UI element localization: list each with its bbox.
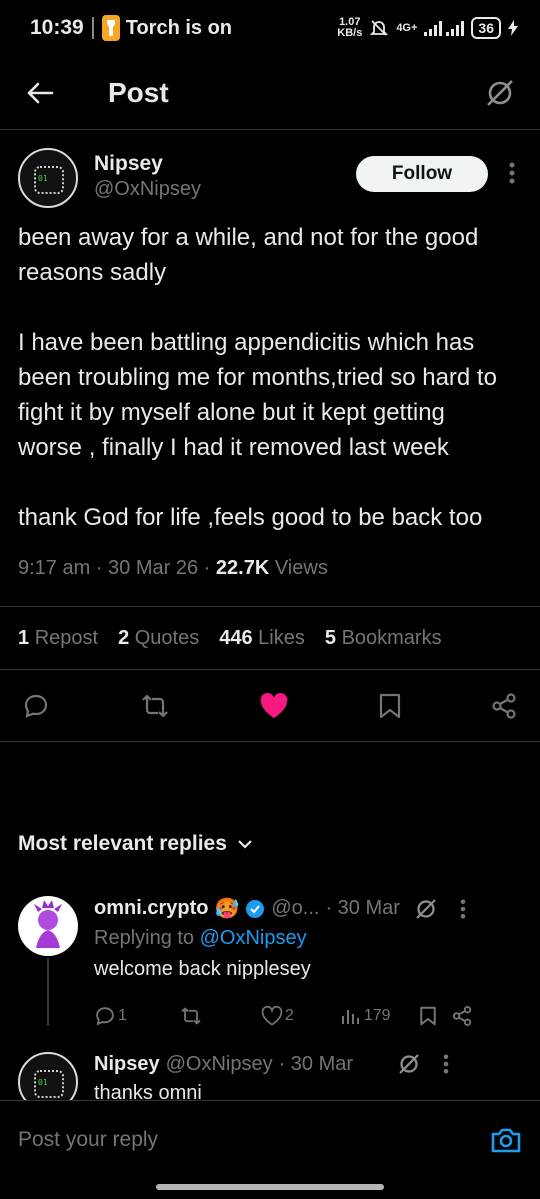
post-time: 9:17 am	[18, 557, 91, 579]
reply-avatar[interactable]	[18, 896, 78, 956]
reply-content: omni.crypto 🥵 @o... · 30 Mar Replying to…	[94, 896, 522, 1027]
meta-separator: ·	[95, 557, 109, 579]
quotes-label: Quotes	[134, 626, 200, 649]
views-count[interactable]: 22.7K	[216, 557, 269, 579]
grok-icon[interactable]	[414, 897, 438, 921]
replies-heading: Most relevant replies	[18, 832, 227, 855]
chevron-down-icon	[237, 838, 253, 850]
replying-to: Replying to @OxNipsey	[94, 927, 522, 950]
bookmark-icon[interactable]	[419, 1005, 437, 1027]
bookmark-icon[interactable]	[378, 692, 402, 720]
reply-input[interactable]: Post your reply	[18, 1128, 158, 1152]
quotes-stat[interactable]: 2 Quotes	[118, 627, 199, 650]
reposts-label: Repost	[34, 626, 99, 649]
post-meta: 9:17 am · 30 Mar 26 · 22.7K Views	[18, 557, 522, 580]
battery-level: 36	[471, 17, 501, 39]
reply-header: omni.crypto 🥵 @o... · 30 Mar	[94, 896, 522, 921]
post-actions	[0, 670, 540, 742]
reply-date: · 30 Mar	[278, 1052, 354, 1075]
reply-count: 1	[118, 1007, 127, 1024]
grok-icon[interactable]	[397, 1052, 421, 1076]
views-label: Views	[274, 557, 328, 579]
signal-icon	[424, 20, 465, 36]
reply-display-name[interactable]: omni.crypto	[94, 897, 208, 920]
back-arrow-icon[interactable]	[26, 81, 54, 105]
post: 01 Nipsey @OxNipsey Follow been away for…	[0, 130, 540, 742]
reply-text: welcome back nipplesey	[94, 958, 311, 980]
likes-label: Likes	[258, 626, 305, 649]
verified-badge-icon	[245, 899, 265, 919]
bookmarks-stat[interactable]: 5 Bookmarks	[325, 627, 442, 650]
reposts-count: 1	[18, 626, 30, 649]
avatar-code-icon: 01	[38, 1078, 48, 1087]
bookmarks-count: 5	[324, 626, 336, 649]
camera-icon[interactable]	[490, 1126, 522, 1154]
network-speed: 1.07 KB/s	[337, 17, 362, 39]
repost-icon[interactable]	[179, 1005, 203, 1027]
post-date: 30 Mar 26	[108, 557, 199, 579]
meta-separator: ·	[203, 557, 216, 579]
more-options-icon[interactable]	[460, 898, 466, 919]
muted-bell-icon	[369, 18, 389, 38]
author-names[interactable]: Nipsey @OxNipsey	[94, 148, 201, 201]
replies-sort-dropdown[interactable]: Most relevant replies	[18, 832, 253, 856]
avatar-code-icon: 01	[38, 174, 48, 183]
reposts-stat[interactable]: 1 Repost	[18, 627, 98, 650]
repost-icon[interactable]	[139, 692, 171, 720]
share-icon[interactable]	[490, 692, 518, 720]
status-divider	[91, 17, 94, 39]
speed-unit: KB/s	[337, 27, 363, 39]
status-time: 10:39	[30, 16, 84, 39]
network-type: 4G+	[396, 22, 418, 34]
post-author: 01 Nipsey @OxNipsey Follow	[18, 130, 522, 208]
reply-handle[interactable]: @o...	[271, 897, 319, 920]
likes-count: 446	[219, 626, 253, 649]
reply-icon[interactable]	[94, 1005, 116, 1027]
reply-header: Nipsey @OxNipsey · 30 Mar	[94, 1052, 522, 1076]
replying-prefix: Replying to	[94, 927, 195, 949]
views-icon[interactable]	[340, 1006, 360, 1026]
replying-to-handle[interactable]: @OxNipsey	[200, 927, 307, 949]
reply-handle[interactable]: @OxNipsey	[166, 1053, 273, 1076]
like-icon[interactable]	[261, 1006, 283, 1026]
reply-composer[interactable]: Post your reply	[0, 1100, 540, 1178]
like-count: 2	[284, 1007, 294, 1024]
reply-item[interactable]: omni.crypto 🥵 @o... · 30 Mar Replying to…	[18, 896, 522, 1027]
reply-date: · 30 Mar	[325, 897, 400, 919]
charging-icon	[508, 20, 518, 36]
follow-button[interactable]: Follow	[356, 156, 488, 192]
bookmarks-label: Bookmarks	[341, 626, 442, 649]
status-notification: Torch is on	[125, 16, 233, 39]
more-options-icon[interactable]	[502, 162, 522, 184]
status-bar: 10:39 Torch is on 1.07 KB/s 4G+ 36	[0, 0, 540, 56]
home-indicator[interactable]	[156, 1184, 384, 1190]
like-icon[interactable]	[259, 692, 289, 720]
reply-icon[interactable]	[22, 692, 50, 720]
torch-icon	[101, 15, 120, 41]
share-icon[interactable]	[451, 1005, 473, 1027]
quotes-count: 2	[118, 626, 130, 649]
reply-emoji: 🥵	[214, 898, 240, 920]
likes-stat[interactable]: 446 Likes	[219, 627, 305, 650]
avatar[interactable]: 01	[18, 148, 78, 208]
thread-line	[47, 958, 49, 1026]
top-bar: Post	[0, 56, 540, 130]
post-stats: 1 Repost 2 Quotes 446 Likes 5 Bookmarks	[0, 606, 540, 670]
display-name: Nipsey	[94, 152, 163, 175]
post-text: been away for a while, and not for the g…	[18, 224, 497, 531]
reply-display-name[interactable]: Nipsey	[94, 1053, 160, 1076]
views-count: 179	[363, 1007, 391, 1024]
grok-icon[interactable]	[484, 77, 516, 109]
reply-actions: 1 2 179	[94, 1005, 522, 1027]
page-title: Post	[108, 76, 169, 108]
user-handle: @OxNipsey	[94, 178, 201, 200]
more-options-icon[interactable]	[443, 1054, 449, 1074]
